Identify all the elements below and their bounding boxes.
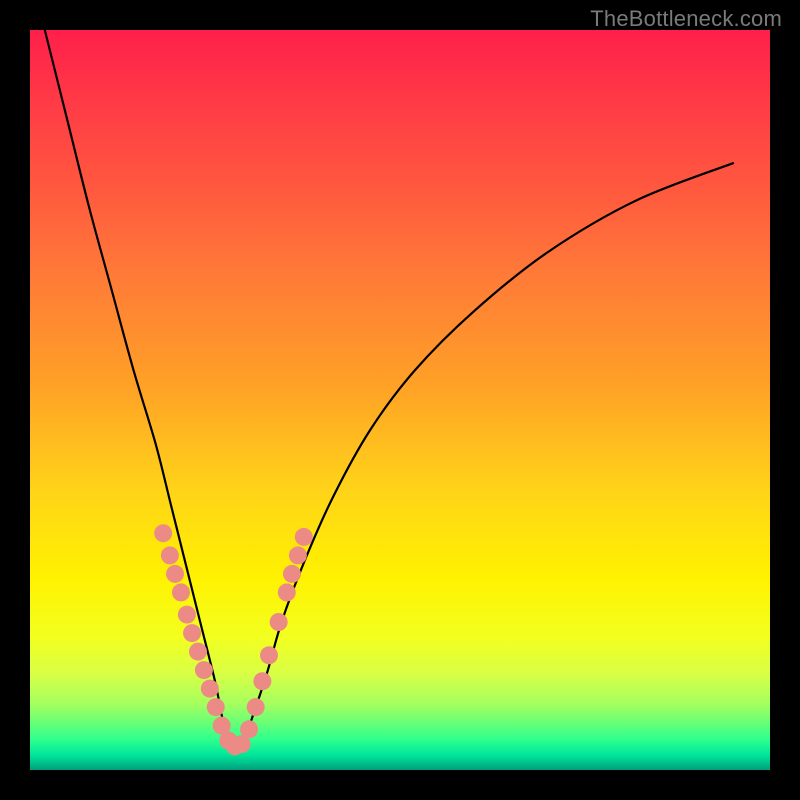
highlight-dot [240,720,258,738]
highlight-dot [154,524,172,542]
highlight-dot [253,672,271,690]
highlight-dot [278,583,296,601]
plot-area [30,30,770,770]
highlight-dot [189,643,207,661]
highlight-dot [247,698,265,716]
curve-svg [30,30,770,770]
highlight-dot [283,565,301,583]
highlight-dot [172,583,190,601]
highlight-dot [207,698,225,716]
bottleneck-curve [45,30,733,748]
highlight-dot [195,661,213,679]
chart-frame: TheBottleneck.com [0,0,800,800]
watermark-text: TheBottleneck.com [590,6,782,32]
highlight-dot [270,613,288,631]
highlight-dot [161,546,179,564]
highlight-dot [289,546,307,564]
highlight-dot [295,528,313,546]
highlight-dot [166,565,184,583]
highlight-dot [260,646,278,664]
highlight-dot [201,680,219,698]
highlight-dot [178,606,196,624]
highlight-dot [183,624,201,642]
highlight-dots [154,524,313,755]
